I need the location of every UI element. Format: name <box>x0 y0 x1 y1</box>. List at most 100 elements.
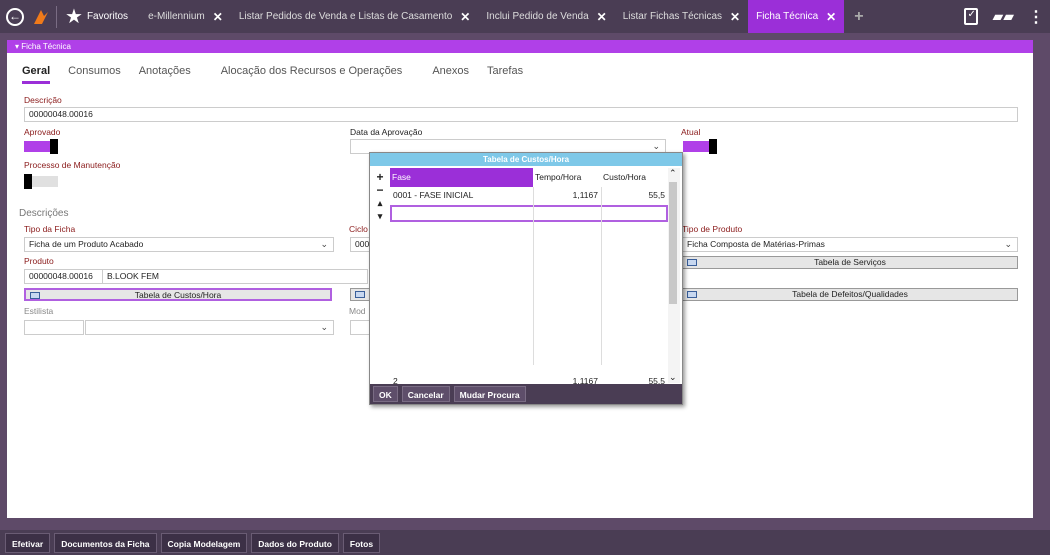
divider <box>56 5 57 28</box>
tabela-custos-label: Tabela de Custos/Hora <box>134 290 222 300</box>
tab-e-millennium[interactable]: e-Millennium ✕ <box>140 0 231 33</box>
aprovado-toggle[interactable] <box>24 139 58 154</box>
chevron-down-icon[interactable]: ⌄ <box>1004 238 1012 251</box>
tabela-defeitos-button[interactable]: Tabela de Defeitos/Qualidades <box>682 288 1018 301</box>
cell-custo: 55,5 <box>648 190 665 200</box>
efetivar-button[interactable]: Efetivar <box>5 532 51 553</box>
produto-name-field[interactable]: B.LOOK FEM <box>102 269 368 284</box>
tab-label: Ficha Técnica <box>756 11 819 22</box>
documentos-ficha-button[interactable]: Documentos da Ficha <box>54 532 157 553</box>
logo-icon[interactable] <box>32 8 50 26</box>
produto-label: Produto <box>24 256 54 266</box>
tab-inclui-pedido[interactable]: Inclui Pedido de Venda ✕ <box>478 0 614 33</box>
tab-anotacoes[interactable]: Anotações <box>139 65 191 84</box>
move-down-icon[interactable]: ▾ <box>372 210 388 223</box>
tab-alocacao[interactable]: Alocação dos Recursos e Operações <box>221 65 403 84</box>
top-bar: ← ★ Favoritos e-Millennium ✕ Listar Pedi… <box>0 0 1050 33</box>
chat-icon[interactable]: ▰▰ <box>992 8 1014 25</box>
dialog-title: Tabela de Custos/Hora <box>370 153 682 166</box>
tabela-defeitos-label: Tabela de Defeitos/Qualidades <box>792 289 908 299</box>
chevron-down-icon[interactable]: ⌄ <box>320 238 328 251</box>
tab-ficha-tecnica[interactable]: Ficha Técnica ✕ <box>748 0 845 33</box>
tabela-servicos-label: Tabela de Serviços <box>814 257 886 267</box>
scroll-down-icon[interactable]: ⌄ <box>669 372 677 383</box>
tab-label: Inclui Pedido de Venda <box>486 11 589 22</box>
toggle-knob <box>709 139 717 154</box>
aprovado-label: Aprovado <box>24 127 61 137</box>
top-bar-right: ▰▰ ⋮ <box>964 0 1044 33</box>
section-header[interactable]: ▾ Ficha Técnica <box>7 40 1033 53</box>
cell-fase: 0001 - FASE INICIAL <box>393 190 474 200</box>
star-icon[interactable]: ★ <box>65 4 83 29</box>
dados-produto-button[interactable]: Dados do Produto <box>251 532 339 553</box>
favorites-label[interactable]: Favoritos <box>87 11 128 22</box>
custos-grid: Fase Tempo/Hora Custo/Hora 0001 - FASE I… <box>390 168 668 386</box>
vertical-scrollbar[interactable]: ⌃ ⌄ <box>668 168 680 383</box>
calendar-icon <box>355 291 365 298</box>
calendar-icon <box>30 292 40 299</box>
top-bar-left: ← ★ Favoritos e-Millennium ✕ Listar Pedi… <box>0 0 864 33</box>
processo-manutencao-label: Processo de Manutenção <box>24 160 121 170</box>
remove-row-icon[interactable]: − <box>372 184 388 197</box>
toggle-knob <box>50 139 58 154</box>
ciclo-label: Ciclo <box>349 224 368 234</box>
bottom-action-bar: Efetivar Documentos da Ficha Copia Model… <box>0 530 1050 555</box>
calendar-icon <box>687 291 697 298</box>
processo-manutencao-toggle[interactable] <box>24 174 58 189</box>
mudar-procura-button[interactable]: Mudar Procura <box>453 386 526 402</box>
tab-label: e-Millennium <box>148 11 205 22</box>
cell-tempo: 1,1167 <box>572 190 598 200</box>
back-arrow-icon[interactable]: ← <box>6 7 24 26</box>
column-divider <box>601 187 602 365</box>
toggle-knob <box>24 174 32 189</box>
data-aprovacao-label: Data da Aprovação <box>350 127 423 137</box>
close-icon[interactable]: ✕ <box>460 10 470 24</box>
atual-label: Atual <box>681 127 701 137</box>
add-tab-icon[interactable]: + <box>854 8 863 26</box>
copia-modelagem-button[interactable]: Copia Modelagem <box>160 532 248 553</box>
dialog-button-bar: OK Cancelar Mudar Procura <box>370 384 682 404</box>
tipo-ficha-select[interactable]: Ficha de um Produto Acabado ⌄ <box>24 237 334 252</box>
estilista-select[interactable]: ⌄ <box>85 320 334 335</box>
cancel-button[interactable]: Cancelar <box>401 386 450 402</box>
close-icon[interactable]: ✕ <box>213 10 223 24</box>
grid-header: Fase Tempo/Hora Custo/Hora <box>390 168 668 187</box>
tab-consumos[interactable]: Consumos <box>68 65 121 84</box>
dialog-side-buttons: + − ▴ ▾ <box>372 171 388 223</box>
table-row[interactable]: 0001 - FASE INICIAL 1,1167 55,5 <box>390 187 668 203</box>
atual-toggle[interactable] <box>683 139 717 154</box>
ok-button[interactable]: OK <box>373 386 398 402</box>
new-row-input[interactable] <box>390 205 668 222</box>
scroll-thumb[interactable] <box>669 182 677 304</box>
tab-listar-pedidos[interactable]: Listar Pedidos de Venda e Listas de Casa… <box>231 0 479 33</box>
custos-hora-dialog: Tabela de Custos/Hora + − ▴ ▾ Fase Tempo… <box>369 152 683 405</box>
tabela-servicos-button[interactable]: Tabela de Serviços <box>682 256 1018 269</box>
tab-geral[interactable]: Geral <box>22 65 51 84</box>
move-up-icon[interactable]: ▴ <box>372 197 388 210</box>
column-divider <box>533 187 534 365</box>
tab-label: Listar Pedidos de Venda e Listas de Casa… <box>238 11 453 22</box>
tipo-produto-value: Ficha Composta de Matérias-Primas <box>687 239 825 249</box>
estilista-code-field[interactable] <box>24 320 84 335</box>
tab-tarefas[interactable]: Tarefas <box>487 65 523 84</box>
close-icon[interactable]: ✕ <box>597 10 607 24</box>
chevron-down-icon[interactable]: ⌄ <box>320 321 328 334</box>
kebab-menu-icon[interactable]: ⋮ <box>1028 7 1044 27</box>
descricao-field[interactable]: 00000048.00016 <box>24 107 1018 122</box>
col-fase[interactable]: Fase <box>390 168 533 187</box>
subtabs: Geral Consumos Anotações Alocação dos Re… <box>22 65 523 84</box>
close-icon[interactable]: ✕ <box>826 10 836 24</box>
tab-anexos[interactable]: Anexos <box>432 65 469 84</box>
col-custo-hora[interactable]: Custo/Hora <box>601 168 668 187</box>
scroll-up-icon[interactable]: ⌃ <box>669 168 677 179</box>
fotos-button[interactable]: Fotos <box>342 532 381 553</box>
modelista-label: Mod <box>349 306 366 316</box>
tipo-produto-select[interactable]: Ficha Composta de Matérias-Primas ⌄ <box>682 237 1018 252</box>
tabela-custos-button[interactable]: Tabela de Custos/Hora <box>24 288 332 301</box>
tab-listar-fichas[interactable]: Listar Fichas Técnicas ✕ <box>615 0 748 33</box>
close-icon[interactable]: ✕ <box>730 10 740 24</box>
produto-code-field[interactable]: 00000048.00016 <box>24 269 104 284</box>
clipboard-check-icon[interactable] <box>964 8 979 25</box>
estilista-label: Estilista <box>24 306 54 316</box>
col-tempo-hora[interactable]: Tempo/Hora <box>533 168 601 187</box>
